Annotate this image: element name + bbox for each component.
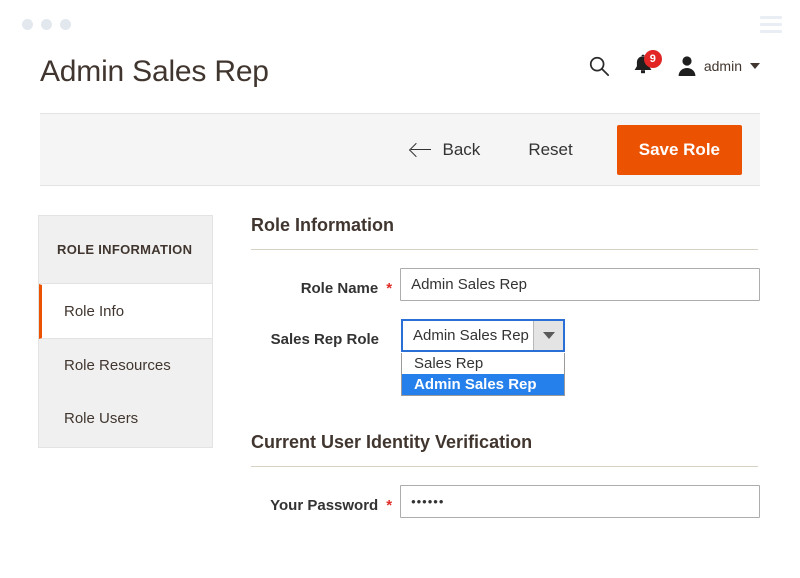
page-actions-toolbar: Back Reset Save Role	[40, 113, 760, 186]
window-dot-maximize-icon[interactable]	[60, 19, 71, 30]
your-password-input[interactable]	[400, 485, 760, 518]
chevron-down-icon	[542, 332, 555, 339]
notification-count-badge: 9	[643, 50, 662, 68]
bell-wrapper: 9	[630, 50, 662, 78]
sales-rep-role-selected-value: Admin Sales Rep	[413, 327, 529, 344]
section-divider	[251, 466, 758, 467]
role-information-sidebar: ROLE INFORMATION Role Info Role Resource…	[38, 215, 213, 448]
role-name-input[interactable]	[400, 268, 760, 301]
field-row-your-password: Your Password *	[251, 485, 760, 518]
required-asterisk: *	[386, 280, 393, 297]
search-icon	[589, 56, 609, 77]
section-title-role-information: Role Information	[251, 215, 394, 235]
sales-rep-role-select-wrapper: Admin Sales Rep Sales Rep Admin Sales Re…	[401, 319, 565, 396]
sales-rep-role-option-list: Sales Rep Admin Sales Rep	[401, 353, 565, 396]
select-option-admin-sales-rep[interactable]: Admin Sales Rep	[402, 374, 564, 395]
select-dropdown-arrow-button[interactable]	[533, 321, 563, 350]
notifications-button[interactable]: 9	[621, 50, 665, 82]
your-password-label: Your Password	[270, 497, 379, 514]
arrow-left-icon	[410, 143, 431, 157]
header-actions: 9 admin	[577, 50, 760, 82]
field-row-sales-rep-role: Sales Rep Role Admin Sales Rep Sales Rep…	[251, 319, 760, 396]
chevron-down-icon	[750, 63, 760, 69]
field-row-role-name: Role Name *	[251, 268, 760, 301]
sidebar-item-label: Role Users	[64, 410, 139, 427]
sidebar-title: ROLE INFORMATION	[39, 216, 212, 284]
sales-rep-role-select[interactable]: Admin Sales Rep	[401, 319, 565, 352]
hamburger-menu-icon[interactable]	[760, 16, 782, 33]
search-button[interactable]	[577, 50, 621, 82]
hamburger-bar-3	[760, 30, 782, 33]
back-button[interactable]: Back	[389, 130, 503, 170]
role-name-label: Role Name	[300, 280, 379, 297]
select-option-sales-rep[interactable]: Sales Rep	[402, 353, 564, 374]
section-divider	[251, 249, 758, 250]
save-role-button[interactable]: Save Role	[616, 124, 742, 175]
user-menu-button[interactable]: admin	[677, 50, 760, 82]
user-name-label: admin	[703, 58, 742, 74]
back-button-label: Back	[442, 139, 481, 159]
section-title-identity-verification: Current User Identity Verification	[251, 432, 533, 452]
app-window: Admin Sales Rep 9 admin Back Reset Save …	[0, 0, 800, 578]
hamburger-bar-2	[760, 23, 782, 26]
window-dot-close-icon[interactable]	[22, 19, 33, 30]
window-dots	[22, 19, 71, 30]
sidebar-item-label: Role Info	[64, 303, 125, 320]
sidebar-item-role-resources[interactable]: Role Resources	[39, 339, 212, 392]
hamburger-bar-1	[760, 16, 782, 19]
required-asterisk: *	[386, 497, 393, 514]
page-title: Admin Sales Rep	[40, 55, 269, 88]
user-avatar-icon	[678, 56, 696, 76]
sidebar-item-label: Role Resources	[64, 357, 171, 374]
sidebar-item-role-users[interactable]: Role Users	[39, 392, 212, 445]
sidebar-item-role-info[interactable]: Role Info	[39, 284, 212, 339]
required-asterisk-placeholder	[379, 319, 401, 331]
sales-rep-role-label: Sales Rep Role	[270, 331, 379, 348]
role-form: Role Information Role Name * Sales Rep R…	[251, 215, 760, 536]
reset-button[interactable]: Reset	[502, 130, 598, 170]
window-dot-minimize-icon[interactable]	[41, 19, 52, 30]
